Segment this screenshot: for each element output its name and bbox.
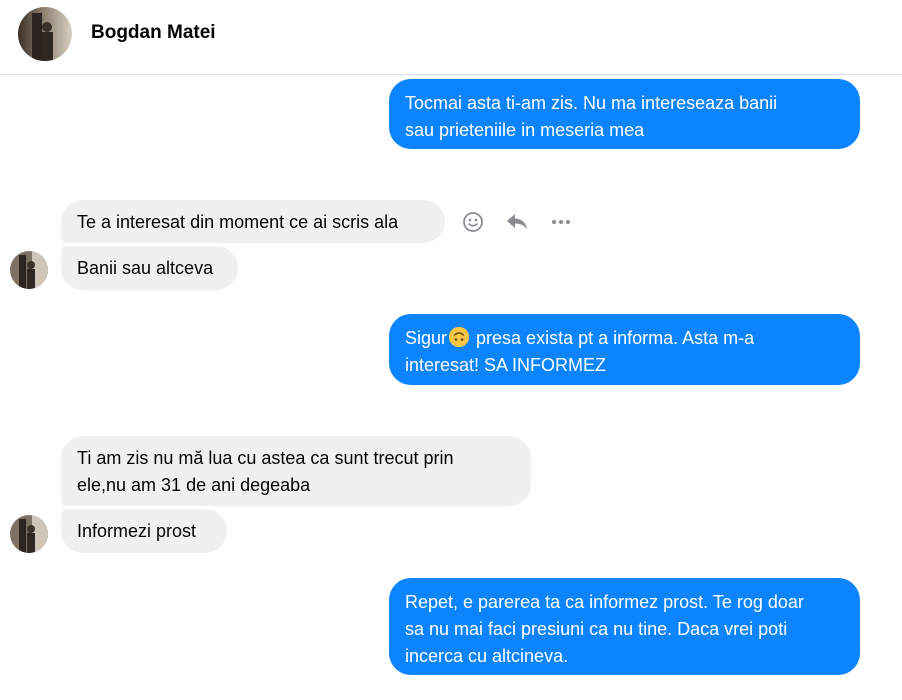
message-thread: Tocmai asta ti-am zis. Nu ma intereseaza… — [0, 75, 902, 700]
smiley-face-icon[interactable] — [458, 208, 488, 236]
upside-down-face-emoji — [449, 327, 470, 347]
contact-name[interactable]: Bogdan Matei — [91, 22, 216, 44]
contact-avatar[interactable] — [18, 7, 72, 61]
reply-arrow-icon[interactable] — [502, 208, 532, 236]
incoming-message[interactable]: Banii sau altceva — [61, 246, 238, 290]
message-line: Tocmai asta ti-am zis. Nu ma intereseaza… — [405, 93, 778, 113]
message-line: ele,nu am 31 de ani degeaba — [77, 475, 311, 495]
chat-header: Bogdan Matei — [0, 0, 902, 75]
sender-avatar — [10, 515, 48, 553]
message-line: interesat! SA INFORMEZ — [405, 355, 607, 375]
message-line: Repet, e parerea ta ca informez prost. T… — [405, 592, 804, 612]
incoming-message[interactable]: Informezi prost — [61, 509, 227, 553]
message-line: sa nu mai faci presiuni ca nu tine. Daca… — [405, 619, 788, 639]
more-dots-icon[interactable] — [546, 208, 576, 236]
outgoing-message[interactable]: Sigur presa exista pt a informa. Asta m-… — [389, 314, 860, 385]
incoming-message[interactable]: Ti am zis nu mă lua cu astea ca sunt tre… — [61, 436, 531, 506]
sender-avatar — [10, 251, 48, 289]
message-text: Informezi prost — [77, 521, 197, 541]
message-text: Banii sau altceva — [77, 258, 214, 278]
outgoing-message[interactable]: Tocmai asta ti-am zis. Nu ma intereseaza… — [389, 79, 860, 149]
message-line: Sigur presa exista pt a informa. Asta m-… — [405, 327, 755, 348]
message-line: incerca cu altcineva. — [405, 646, 569, 666]
message-line: sau prieteniile in meseria mea — [405, 120, 645, 140]
message-line: Ti am zis nu mă lua cu astea ca sunt tre… — [77, 448, 454, 468]
outgoing-message[interactable]: Repet, e parerea ta ca informez prost. T… — [389, 578, 860, 675]
incoming-message[interactable]: Te a interesat din moment ce ai scris al… — [61, 200, 445, 243]
message-text: Te a interesat din moment ce ai scris al… — [77, 212, 399, 232]
message-actions — [458, 208, 576, 236]
